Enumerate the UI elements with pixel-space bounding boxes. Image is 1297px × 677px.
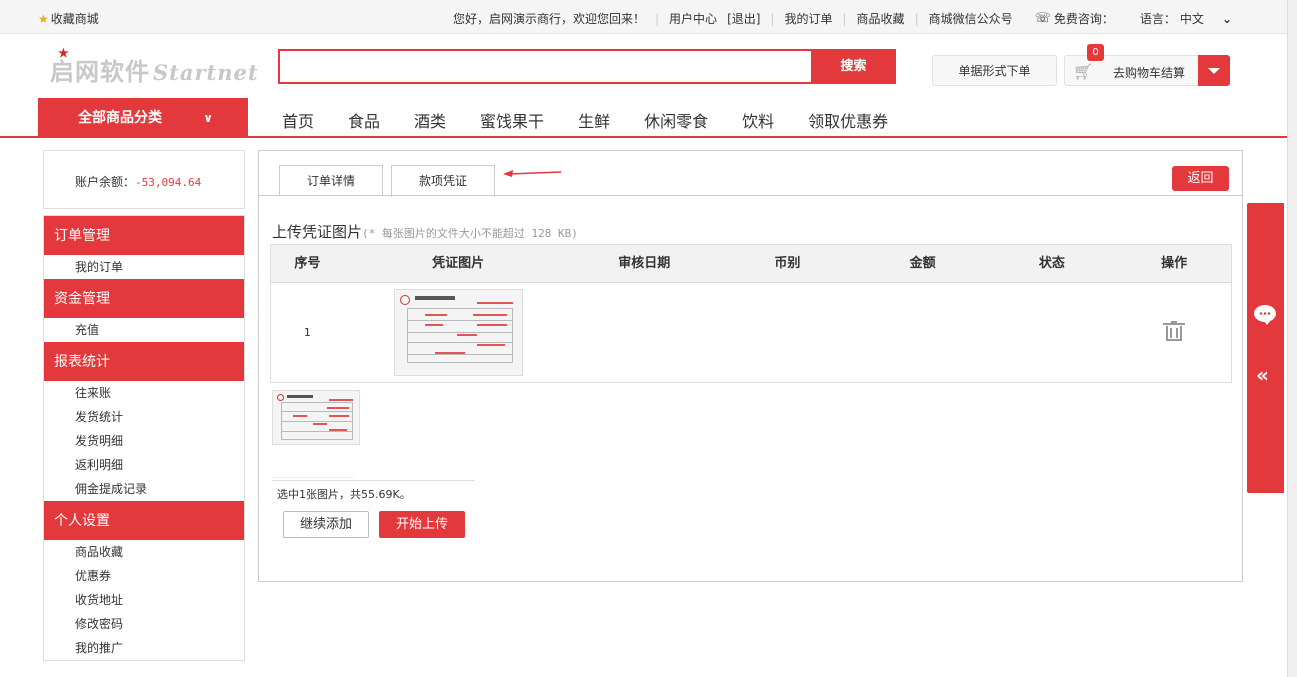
phone-icon: ☏: [1034, 11, 1051, 26]
column-header: 币别: [774, 256, 801, 271]
top-bar-right: 您好，启网演示商行，欢迎您回来！ | 用户中心 [退出] | 我的订单 | 商品…: [453, 10, 1232, 27]
continue-add-button[interactable]: 继续添加: [283, 511, 369, 538]
column-header: 凭证图片: [432, 256, 485, 271]
row-index: 1: [303, 326, 311, 339]
menu-group-personal[interactable]: 个人设置: [44, 501, 244, 540]
tab-payment-voucher[interactable]: 款项凭证: [391, 165, 495, 197]
upload-note: (* 每张图片的文件大小不能超过 128 KB): [362, 227, 578, 240]
nav-item-drinks[interactable]: 饮料: [742, 108, 774, 132]
start-upload-button[interactable]: 开始上传: [379, 511, 465, 538]
nav-items: 首页 食品 酒类 蜜饯果干 生鲜 休闲零食 饮料 领取优惠券: [282, 108, 922, 132]
free-consult-link[interactable]: 免费咨询：: [1054, 10, 1114, 27]
chevron-down-icon: ∨: [203, 111, 213, 125]
top-bar: ★ 收藏商城 您好，启网演示商行，欢迎您回来！ | 用户中心 [退出] | 我的订…: [0, 0, 1287, 34]
voucher-image-cell: [344, 289, 573, 376]
order-form-button[interactable]: 单据形式下单: [932, 55, 1057, 86]
selected-info: 选中1张图片，共55.69K。: [277, 488, 411, 501]
collapse-icon[interactable]: «: [1256, 363, 1269, 387]
cart-button[interactable]: 🛒︎ 0 去购物车结算: [1064, 44, 1230, 86]
sidebar-item-accounts[interactable]: 往来账: [44, 381, 244, 405]
upload-thumbnail[interactable]: [272, 390, 360, 445]
divider: [272, 477, 354, 478]
thumbnail-image: [272, 390, 360, 445]
divider: [272, 480, 475, 481]
sidebar-item-coupons[interactable]: 优惠券: [44, 564, 244, 588]
nav-item-coupons[interactable]: 领取优惠券: [808, 108, 888, 132]
upload-title: 上传凭证图片(* 每张图片的文件大小不能超过 128 KB): [272, 223, 578, 241]
cart-count-badge: 0: [1087, 44, 1104, 61]
divider: |: [655, 11, 660, 26]
tab-order-details[interactable]: 订单详情: [279, 165, 383, 196]
product-favorites-link[interactable]: 商品收藏: [857, 10, 905, 27]
chevron-down-icon[interactable]: ⌄: [1222, 12, 1232, 26]
divider: |: [842, 11, 847, 26]
floating-service-bar: «: [1247, 203, 1284, 493]
logout-link[interactable]: [退出]: [727, 10, 760, 27]
language-select[interactable]: 中文: [1180, 10, 1204, 27]
main-nav: 全部商品分类 ∨ 首页 食品 酒类 蜜饯果干 生鲜 休闲零食 饮料 领取优惠券: [0, 98, 1287, 138]
scrollbar[interactable]: [1287, 0, 1297, 677]
star-icon: ★: [38, 12, 49, 26]
sidebar-item-shipping-details[interactable]: 发货明细: [44, 429, 244, 453]
column-header: 状态: [1038, 256, 1065, 271]
bank-seal-icon: [277, 394, 284, 401]
cart-icon: 🛒︎: [1073, 62, 1094, 81]
favorite-link[interactable]: ★ 收藏商城: [38, 10, 99, 27]
sidebar-item-password[interactable]: 修改密码: [44, 612, 244, 636]
nav-item-snacks[interactable]: 休闲零食: [644, 108, 708, 132]
actions-cell: [1117, 321, 1231, 344]
wechat-link[interactable]: 商城微信公众号: [929, 10, 1013, 27]
column-header: 序号: [294, 256, 321, 271]
column-header: 操作: [1161, 256, 1188, 271]
my-orders-link[interactable]: 我的订单: [784, 10, 832, 27]
nav-item-dried-fruit[interactable]: 蜜饯果干: [480, 108, 544, 132]
cart-label: 去购物车结算: [1113, 66, 1186, 80]
column-header: 审核日期: [618, 256, 671, 271]
tabs: 订单详情 款项凭证: [279, 165, 503, 197]
nav-item-home[interactable]: 首页: [282, 108, 314, 132]
column-header: 金额: [909, 256, 936, 271]
nav-item-liquor[interactable]: 酒类: [414, 108, 446, 132]
divider: |: [914, 11, 919, 26]
sidebar-item-promotion[interactable]: 我的推广: [44, 636, 244, 660]
main-panel: 订单详情 款项凭证 返回 上传凭证图片(* 每张图片的文件大小不能超过 128 …: [258, 150, 1243, 582]
sidebar-menu: 订单管理 我的订单 资金管理 充值 报表统计 往来账 发货统计 发货明细 返利明…: [43, 215, 245, 661]
nav-item-fresh[interactable]: 生鲜: [578, 108, 610, 132]
menu-group-funds[interactable]: 资金管理: [44, 279, 244, 318]
language-label: 语言：: [1139, 12, 1176, 26]
greeting: 您好，启网演示商行，欢迎您回来！: [452, 12, 645, 26]
balance-value: -53,094.64: [135, 176, 202, 189]
sidebar-item-favorites[interactable]: 商品收藏: [44, 540, 244, 564]
trash-icon[interactable]: [1163, 321, 1186, 341]
sidebar-item-address[interactable]: 收货地址: [44, 588, 244, 612]
sidebar-item-my-orders[interactable]: 我的订单: [44, 255, 244, 279]
annotation-arrow-icon: [503, 170, 562, 177]
search-button[interactable]: 搜索: [811, 49, 896, 84]
menu-group-reports[interactable]: 报表统计: [44, 342, 244, 381]
sidebar: 账户余额：-53,094.64 订单管理 我的订单 资金管理 充值 报表统计 往…: [43, 150, 245, 661]
sidebar-item-rebate-details[interactable]: 返利明细: [44, 453, 244, 477]
divider: |: [770, 11, 775, 26]
voucher-table: 序号 凭证图片 审核日期 币别 金额 状态 操作 1: [270, 244, 1232, 383]
menu-group-order-management[interactable]: 订单管理: [44, 216, 244, 255]
sidebar-item-commission[interactable]: 佣金提成记录: [44, 477, 244, 501]
bank-seal-icon: [399, 295, 410, 305]
back-button[interactable]: 返回: [1172, 166, 1229, 191]
all-categories-button[interactable]: 全部商品分类 ∨: [38, 98, 248, 138]
nav-item-food[interactable]: 食品: [348, 108, 380, 132]
site-logo[interactable]: ★ 启网软件 Startnet: [50, 46, 259, 87]
sidebar-item-recharge[interactable]: 充值: [44, 318, 244, 342]
chat-icon[interactable]: [1254, 305, 1276, 325]
tabs-divider: [259, 195, 1242, 196]
search-input[interactable]: [278, 49, 813, 84]
voucher-image[interactable]: [393, 289, 523, 376]
logo-star-icon: ★: [58, 46, 70, 60]
table-row: 1: [271, 283, 1231, 382]
cart-dropdown-button[interactable]: [1198, 55, 1230, 86]
sidebar-item-shipping-stats[interactable]: 发货统计: [44, 405, 244, 429]
user-center-link[interactable]: 用户中心: [669, 10, 717, 27]
table-header: 序号 凭证图片 审核日期 币别 金额 状态 操作: [271, 245, 1231, 283]
account-balance: 账户余额：-53,094.64: [43, 150, 245, 209]
